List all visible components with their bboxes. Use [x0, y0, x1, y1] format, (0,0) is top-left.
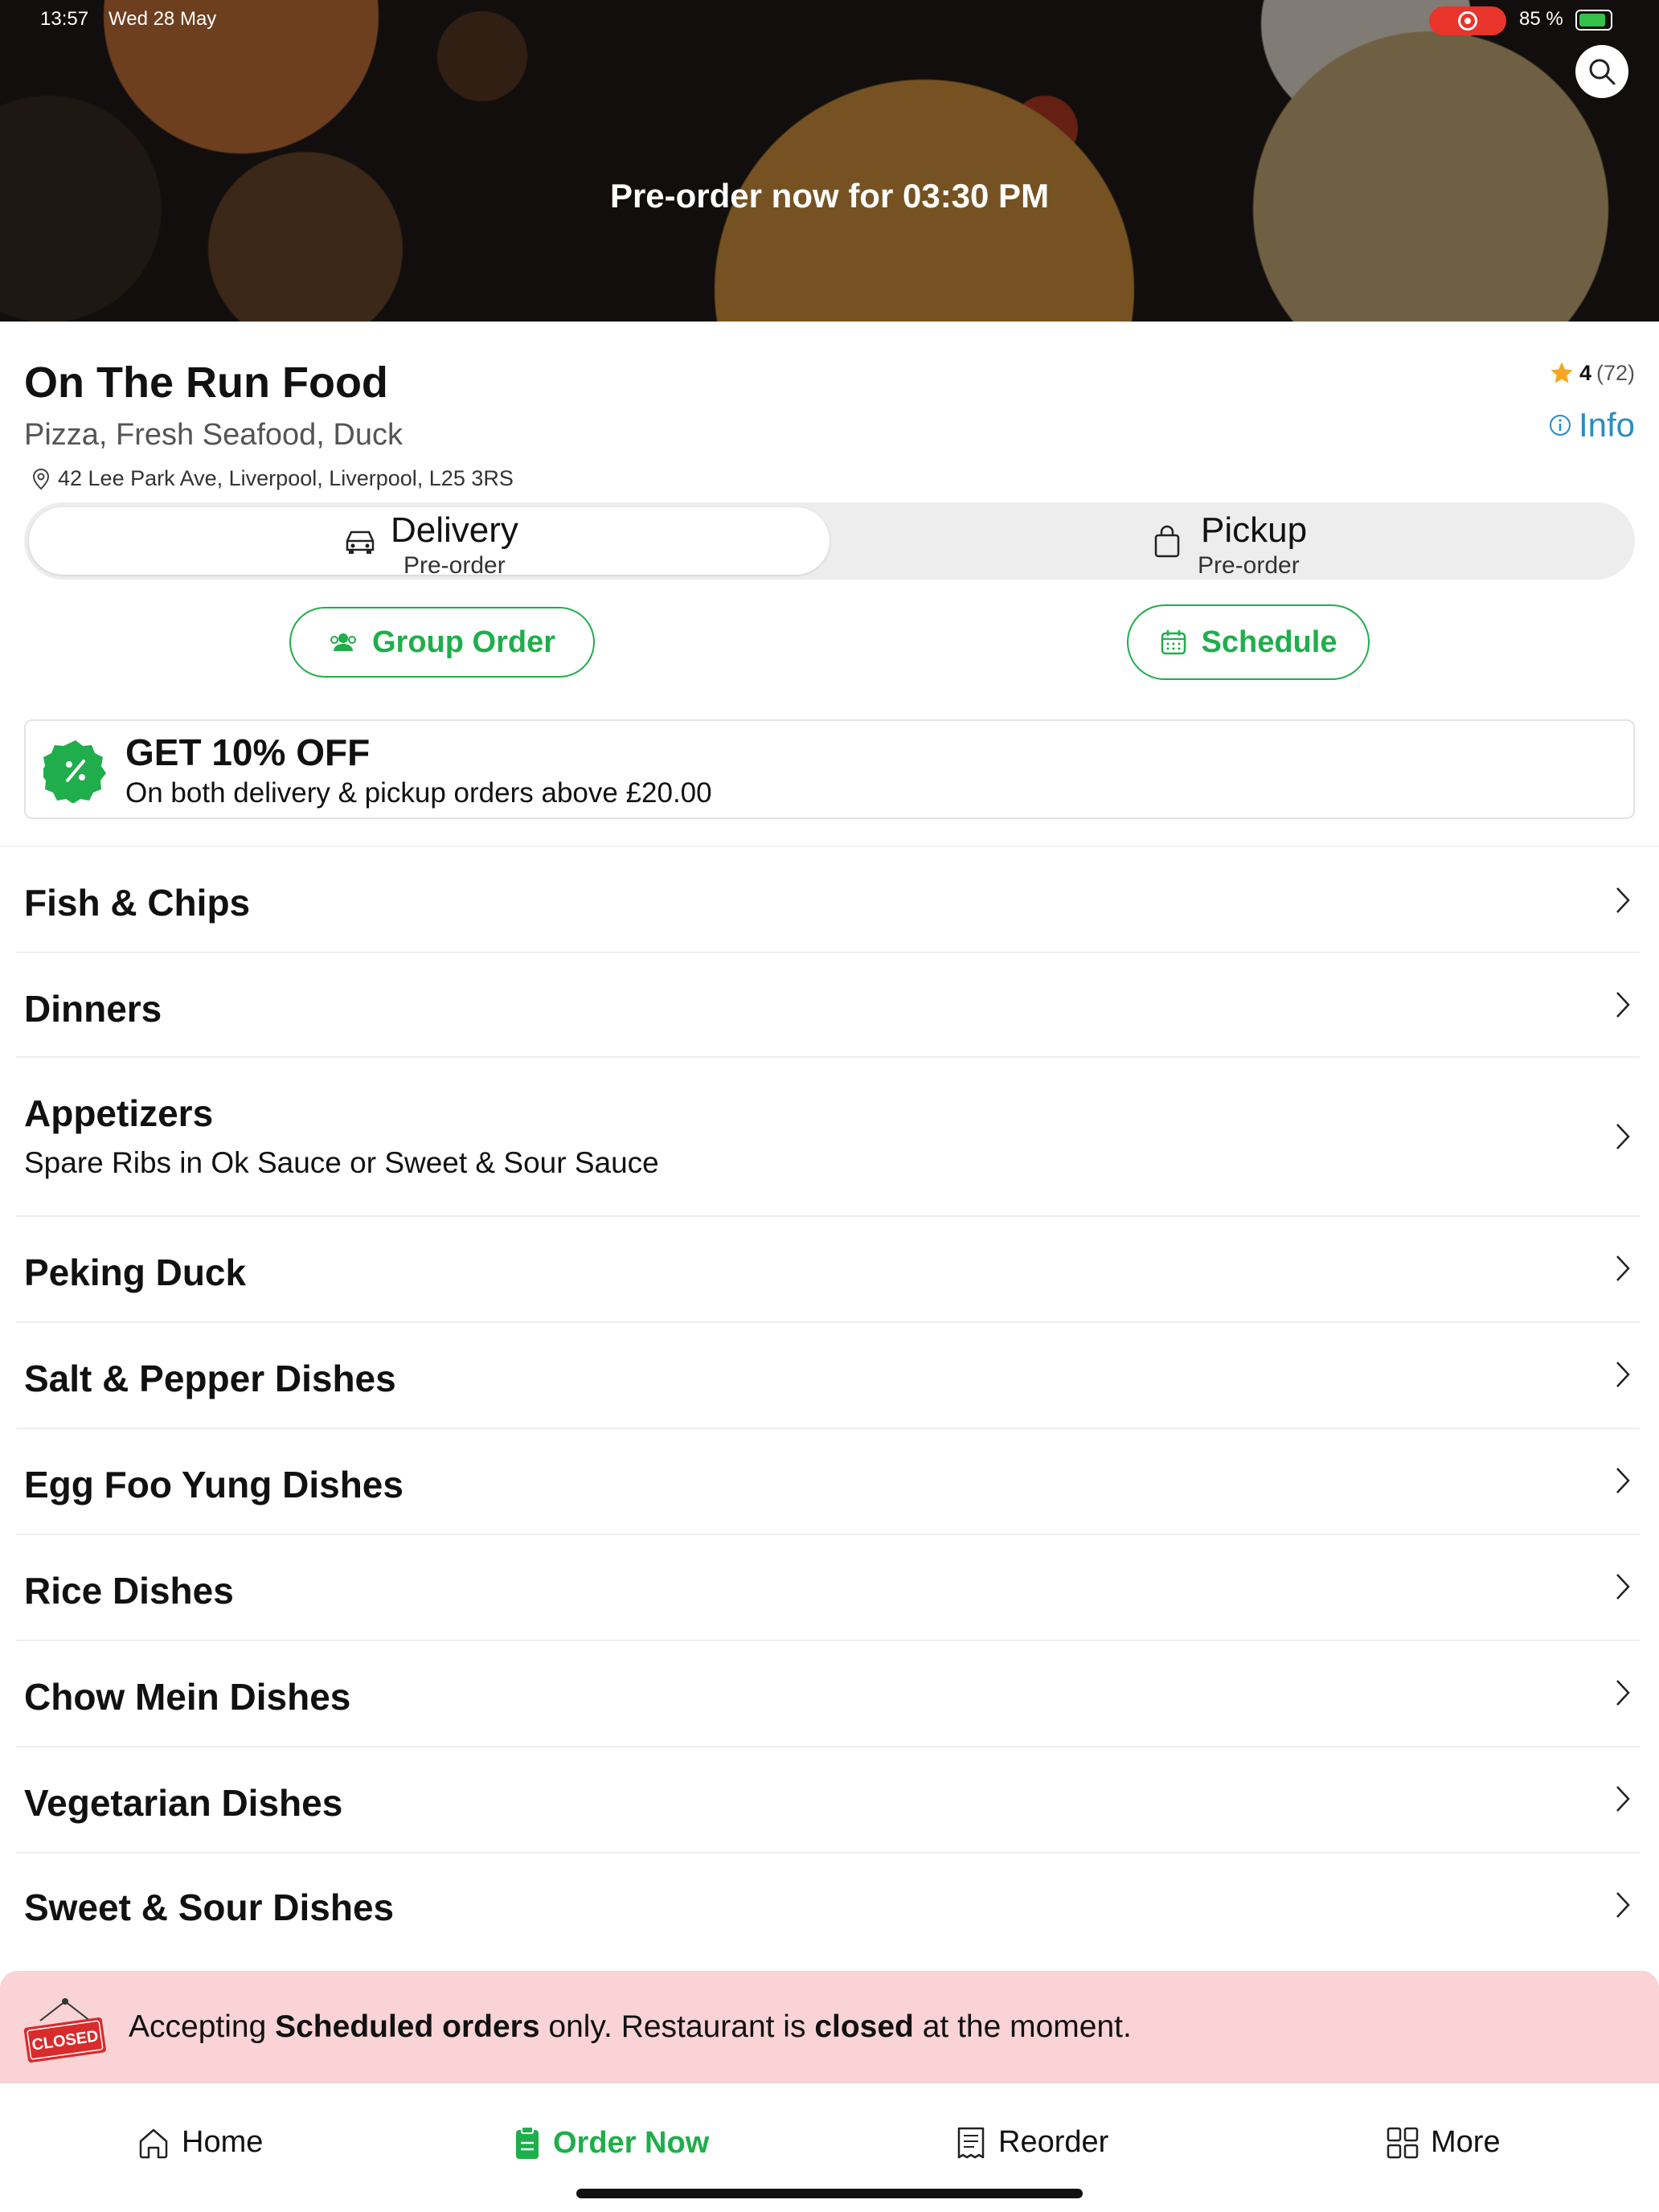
menu-category-vegetarian[interactable]: Vegetarian Dishes [16, 1747, 1640, 1854]
address-text: 42 Lee Park Ave, Liverpool, Liverpool, L… [58, 466, 514, 490]
group-order-button[interactable]: Group Order [289, 607, 595, 678]
receipt-icon [957, 2127, 985, 2158]
tab-reorder-label: Reorder [998, 2125, 1109, 2159]
menu-category-label: Peking Duck [24, 1251, 247, 1293]
pickup-label: Pickup [1201, 510, 1308, 550]
status-bar: 13:57 Wed 28 May 85 % [0, 6, 1659, 39]
menu-category-label: Sweet & Sour Dishes [24, 1886, 395, 1928]
chevron-right-icon [1616, 1362, 1630, 1387]
menu-category-sweet-sour[interactable]: Sweet & Sour Dishes [16, 1854, 1640, 1971]
closed-banner: CLOSED Accepting Scheduled orders only. … [0, 1971, 1659, 2083]
closed-message-part: Accepting [129, 2009, 276, 2044]
rating-value: 4 [1579, 360, 1591, 385]
schedule-label: Schedule [1201, 625, 1337, 659]
tab-order-now[interactable]: Order Now [513, 2125, 709, 2161]
delivery-option[interactable]: Delivery Pre-order [29, 507, 830, 579]
menu-category-dinners[interactable]: Dinners [16, 953, 1640, 1058]
rating-count: (72) [1596, 360, 1635, 385]
restaurant-name: On The Run Food [24, 358, 388, 407]
chevron-right-icon [1616, 887, 1630, 913]
hero-banner [0, 0, 1659, 322]
tab-more-label: More [1431, 2125, 1501, 2159]
menu-category-label: Dinners [24, 988, 162, 1030]
delivery-sublabel: Pre-order [403, 552, 506, 579]
search-button[interactable] [1575, 45, 1628, 98]
chevron-right-icon [1616, 1574, 1630, 1600]
star-icon [1550, 362, 1573, 383]
promo-card[interactable]: GET 10% OFF On both delivery & pickup or… [24, 719, 1635, 819]
menu-category-label: Vegetarian Dishes [24, 1782, 343, 1824]
menu-category-label: Fish & Chips [24, 882, 251, 924]
menu-category-label: Rice Dishes [24, 1570, 234, 1612]
tab-home-label: Home [182, 2125, 264, 2159]
status-date: Wed 28 May [109, 8, 217, 30]
schedule-button[interactable]: Schedule [1127, 604, 1370, 680]
chevron-right-icon [1616, 1892, 1630, 1918]
restaurant-address: 42 Lee Park Ave, Liverpool, Liverpool, L… [29, 466, 514, 491]
car-icon [346, 530, 375, 554]
chevron-right-icon [1616, 1680, 1630, 1706]
screen-record-icon [1429, 6, 1506, 35]
closed-sign-icon: CLOSED [23, 1998, 106, 2063]
tab-more[interactable]: More [1386, 2125, 1501, 2160]
pickup-sublabel: Pre-order [1198, 552, 1300, 579]
closed-message-part: at the moment. [913, 2009, 1132, 2044]
search-icon [1589, 59, 1616, 85]
discount-badge-icon [43, 740, 106, 803]
menu-category-peking-duck[interactable]: Peking Duck [16, 1217, 1640, 1323]
menu-category-appetizers[interactable]: Appetizers Spare Ribs in Ok Sauce or Swe… [16, 1058, 1640, 1217]
calendar-icon [1161, 630, 1186, 655]
chevron-right-icon [1616, 1124, 1630, 1149]
grid-icon [1387, 2127, 1419, 2158]
chevron-right-icon [1616, 992, 1630, 1018]
menu-category-chow-mein[interactable]: Chow Mein Dishes [16, 1641, 1640, 1747]
promo-subtitle: On both delivery & pickup orders above £… [125, 777, 712, 809]
closed-message-bold: Scheduled orders [275, 2009, 540, 2044]
tab-reorder[interactable]: Reorder [955, 2125, 1108, 2160]
menu-category-rice[interactable]: Rice Dishes [16, 1535, 1640, 1641]
menu-category-label: Chow Mein Dishes [24, 1676, 351, 1718]
chevron-right-icon [1616, 1786, 1630, 1812]
group-icon [330, 633, 356, 651]
pickup-option[interactable]: Pickup Pre-order [828, 507, 1628, 579]
menu-category-label: Appetizers [24, 1092, 214, 1134]
group-order-label: Group Order [371, 625, 556, 659]
home-icon [139, 2128, 168, 2158]
rating: 4 (72) [1549, 360, 1635, 386]
promo-title: GET 10% OFF [125, 731, 371, 773]
tab-order-now-label: Order Now [553, 2125, 710, 2160]
shopping-bag-icon [1154, 525, 1180, 558]
preorder-banner-text: Pre-order now for 03:30 PM [609, 177, 1050, 215]
order-mode-toggle: Delivery Pre-order Pickup Pre-order [24, 502, 1635, 580]
closed-message-part: only. Restaurant is [539, 2009, 815, 2044]
closed-message: Accepting Scheduled orders only. Restaur… [129, 2009, 1132, 2045]
menu-category-label: Egg Foo Yung Dishes [24, 1464, 403, 1505]
menu-category-salt-pepper[interactable]: Salt & Pepper Dishes [16, 1323, 1640, 1429]
location-pin-icon [32, 468, 50, 490]
delivery-label: Delivery [391, 510, 518, 550]
info-icon [1549, 415, 1571, 436]
menu-category-description: Spare Ribs in Ok Sauce or Sweet & Sour S… [24, 1146, 659, 1179]
chevron-right-icon [1616, 1468, 1630, 1493]
closed-message-bold: closed [814, 2009, 914, 2044]
menu-category-egg-foo-yung[interactable]: Egg Foo Yung Dishes [16, 1429, 1640, 1535]
menu-category-label: Salt & Pepper Dishes [24, 1358, 396, 1399]
battery-icon [1575, 10, 1612, 31]
order-icon [516, 2126, 539, 2159]
tab-home[interactable]: Home [137, 2125, 263, 2160]
info-label: Info [1578, 406, 1635, 444]
chevron-right-icon [1616, 1256, 1630, 1281]
info-button[interactable]: Info [1548, 406, 1635, 444]
restaurant-cuisine: Pizza, Fresh Seafood, Duck [24, 418, 403, 452]
status-time: 13:57 [40, 8, 89, 30]
menu-category-fish-chips[interactable]: Fish & Chips [16, 847, 1640, 953]
battery-percent: 85 % [1519, 8, 1563, 30]
home-indicator[interactable] [576, 2189, 1083, 2198]
